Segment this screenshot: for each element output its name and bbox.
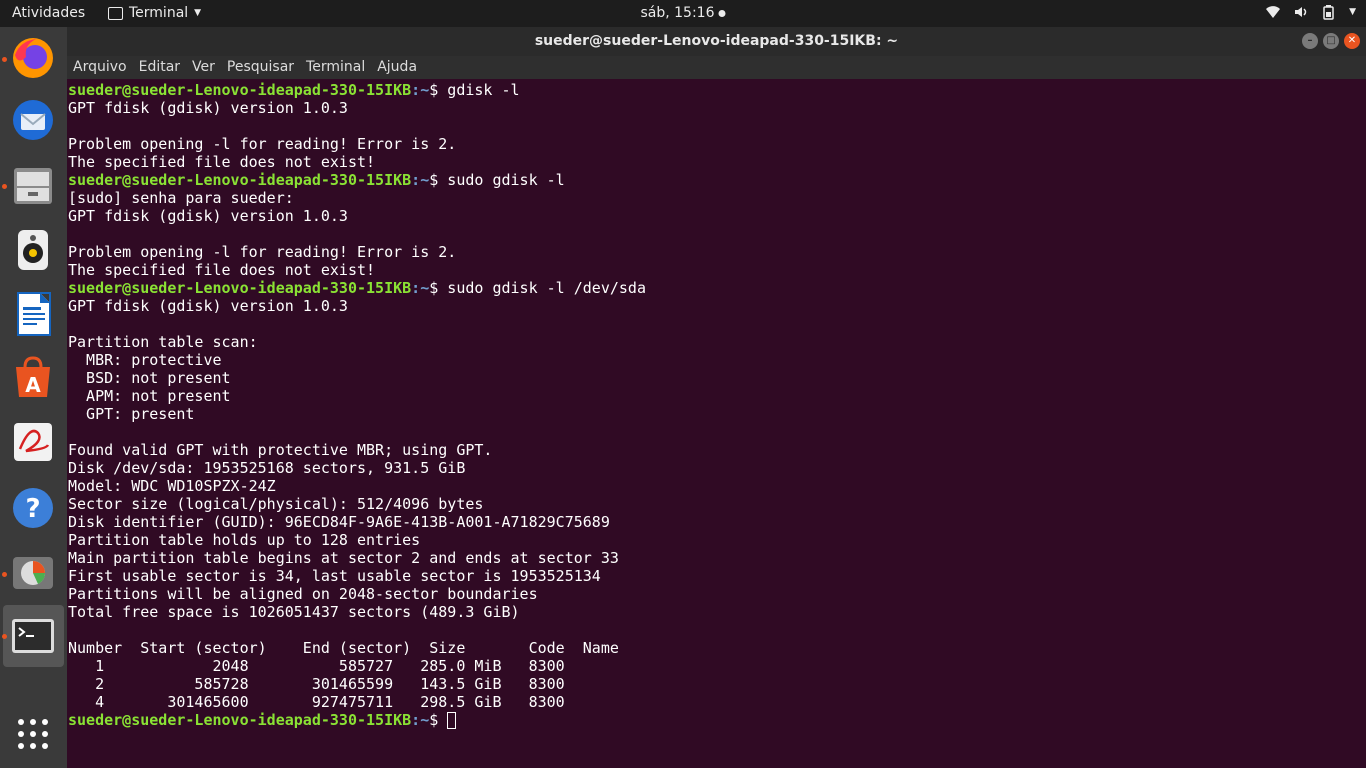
volume-icon: [1295, 7, 1307, 17]
clock-label: sáb, 15:16: [640, 5, 715, 21]
terminal-output-line: Main partition table begins at sector 2 …: [68, 549, 619, 567]
prompt-user: sueder@sueder-Lenovo-ideapad-330-15IKB: [68, 81, 412, 99]
terminal-output-line: GPT: present: [68, 405, 195, 423]
prompt-command: $ sudo gdisk -l /dev/sda: [429, 279, 646, 297]
wifi-icon: [1266, 6, 1281, 18]
system-menu-chevron-icon: ▼: [1349, 7, 1356, 17]
files-icon[interactable]: [10, 162, 56, 208]
terminal-small-icon: [108, 6, 123, 20]
activities-button[interactable]: Atividades: [12, 5, 85, 21]
terminal-output-line: Disk identifier (GUID): 96ECD84F-9A6E-41…: [68, 513, 610, 531]
terminal-output-line: GPT fdisk (gdisk) version 1.0.3: [68, 99, 348, 117]
battery-icon: [1323, 5, 1334, 20]
maximize-icon[interactable]: □: [1323, 33, 1339, 49]
app-menu[interactable]: Terminal ▼: [108, 5, 201, 21]
terminal-output-line: Disk /dev/sda: 1953525168 sectors, 931.5…: [68, 459, 466, 477]
menu-terminal[interactable]: Terminal: [306, 59, 365, 75]
menu-bar: Arquivo Editar Ver Pesquisar Terminal Aj…: [67, 56, 1366, 79]
terminal-output-line: 1 2048 585727 285.0 MiB 8300: [68, 657, 565, 675]
thunderbird-icon[interactable]: [10, 97, 56, 143]
menu-arquivo[interactable]: Arquivo: [73, 59, 127, 75]
terminal-output-line: Found valid GPT with protective MBR; usi…: [68, 441, 493, 459]
prompt-path: :~: [411, 171, 430, 189]
window-controls: – □ ✕: [1302, 33, 1360, 49]
terminal-prompt-line: sueder@sueder-Lenovo-ideapad-330-15IKB:~…: [68, 279, 1350, 297]
menu-pesquisar[interactable]: Pesquisar: [227, 59, 294, 75]
terminal-output-line: Partitions will be aligned on 2048-secto…: [68, 585, 538, 603]
running-indicator: [2, 184, 7, 189]
minimize-icon[interactable]: –: [1302, 33, 1318, 49]
writer-icon[interactable]: [10, 291, 56, 337]
menu-ver[interactable]: Ver: [192, 59, 215, 75]
prompt-user: sueder@sueder-Lenovo-ideapad-330-15IKB: [68, 279, 412, 297]
system-tray[interactable]: ▼: [1265, 4, 1356, 20]
text-cursor: [447, 712, 457, 729]
terminal-output-line: Partition table scan:: [68, 333, 258, 351]
running-indicator: [2, 57, 7, 62]
document-viewer-icon[interactable]: [10, 419, 56, 465]
terminal-output-line: 2 585728 301465599 143.5 GiB 8300: [68, 675, 565, 693]
terminal-output-line: BSD: not present: [68, 369, 231, 387]
firefox-icon[interactable]: [10, 35, 56, 81]
terminal-output-line: Sector size (logical/physical): 512/4096…: [68, 495, 484, 513]
menu-ajuda[interactable]: Ajuda: [377, 59, 417, 75]
notification-dot-icon: [718, 9, 726, 17]
svg-text:?: ?: [25, 494, 40, 524]
terminal-output-line: Problem opening -l for reading! Error is…: [68, 243, 457, 261]
software-center-icon[interactable]: A: [10, 355, 56, 401]
prompt-user: sueder@sueder-Lenovo-ideapad-330-15IKB: [68, 711, 412, 729]
prompt-command: $ gdisk -l: [429, 81, 520, 99]
terminal-output-line: The specified file does not exist!: [68, 153, 376, 171]
chevron-down-icon: ▼: [194, 8, 202, 18]
terminal-output-line: The specified file does not exist!: [68, 261, 376, 279]
terminal-current-prompt: sueder@sueder-Lenovo-ideapad-330-15IKB:~…: [68, 711, 1350, 729]
prompt-command: $: [429, 711, 448, 729]
terminal-output-line: Model: WDC WD10SPZX-24Z: [68, 477, 276, 495]
terminal-output[interactable]: sueder@sueder-Lenovo-ideapad-330-15IKB:~…: [67, 79, 1350, 768]
clock[interactable]: sáb, 15:16: [640, 5, 726, 21]
terminal-output-line: GPT fdisk (gdisk) version 1.0.3: [68, 207, 348, 225]
svg-text:A: A: [25, 373, 41, 397]
prompt-command: $ sudo gdisk -l: [429, 171, 565, 189]
disk-usage-icon[interactable]: [10, 549, 56, 595]
running-indicator: [2, 572, 7, 577]
terminal-prompt-line: sueder@sueder-Lenovo-ideapad-330-15IKB:~…: [68, 81, 1350, 99]
window-titlebar[interactable]: sueder@sueder-Lenovo-ideapad-330-15IKB: …: [67, 27, 1366, 56]
terminal-output-line: Number Start (sector) End (sector) Size …: [68, 639, 619, 657]
terminal-output-line: GPT fdisk (gdisk) version 1.0.3: [68, 297, 348, 315]
prompt-path: :~: [411, 279, 430, 297]
terminal-prompt-line: sueder@sueder-Lenovo-ideapad-330-15IKB:~…: [68, 171, 1350, 189]
app-menu-label: Terminal: [129, 5, 189, 21]
show-apps-icon[interactable]: [10, 711, 56, 757]
terminal-output-line: APM: not present: [68, 387, 231, 405]
terminal-output-line: [sudo] senha para sueder:: [68, 189, 294, 207]
window-title: sueder@sueder-Lenovo-ideapad-330-15IKB: …: [534, 33, 899, 49]
terminal-output-line: 4 301465600 927475711 298.5 GiB 8300: [68, 693, 565, 711]
dock: A ?: [0, 27, 67, 768]
menu-editar[interactable]: Editar: [139, 59, 180, 75]
terminal-output-line: First usable sector is 34, last usable s…: [68, 567, 601, 585]
prompt-path: :~: [411, 81, 430, 99]
terminal-icon[interactable]: [10, 613, 56, 659]
terminal-output-line: Partition table holds up to 128 entries: [68, 531, 421, 549]
prompt-path: :~: [411, 711, 430, 729]
terminal-output-line: Problem opening -l for reading! Error is…: [68, 135, 457, 153]
help-icon[interactable]: ?: [10, 485, 56, 531]
terminal-output-line: Total free space is 1026051437 sectors (…: [68, 603, 520, 621]
running-indicator: [2, 634, 7, 639]
rhythmbox-icon[interactable]: [10, 227, 56, 273]
terminal-output-line: MBR: protective: [68, 351, 222, 369]
scrollbar[interactable]: [1350, 79, 1366, 768]
prompt-user: sueder@sueder-Lenovo-ideapad-330-15IKB: [68, 171, 412, 189]
top-bar: Atividades Terminal ▼ sáb, 15:16 ▼: [0, 0, 1366, 27]
close-icon[interactable]: ✕: [1344, 33, 1360, 49]
